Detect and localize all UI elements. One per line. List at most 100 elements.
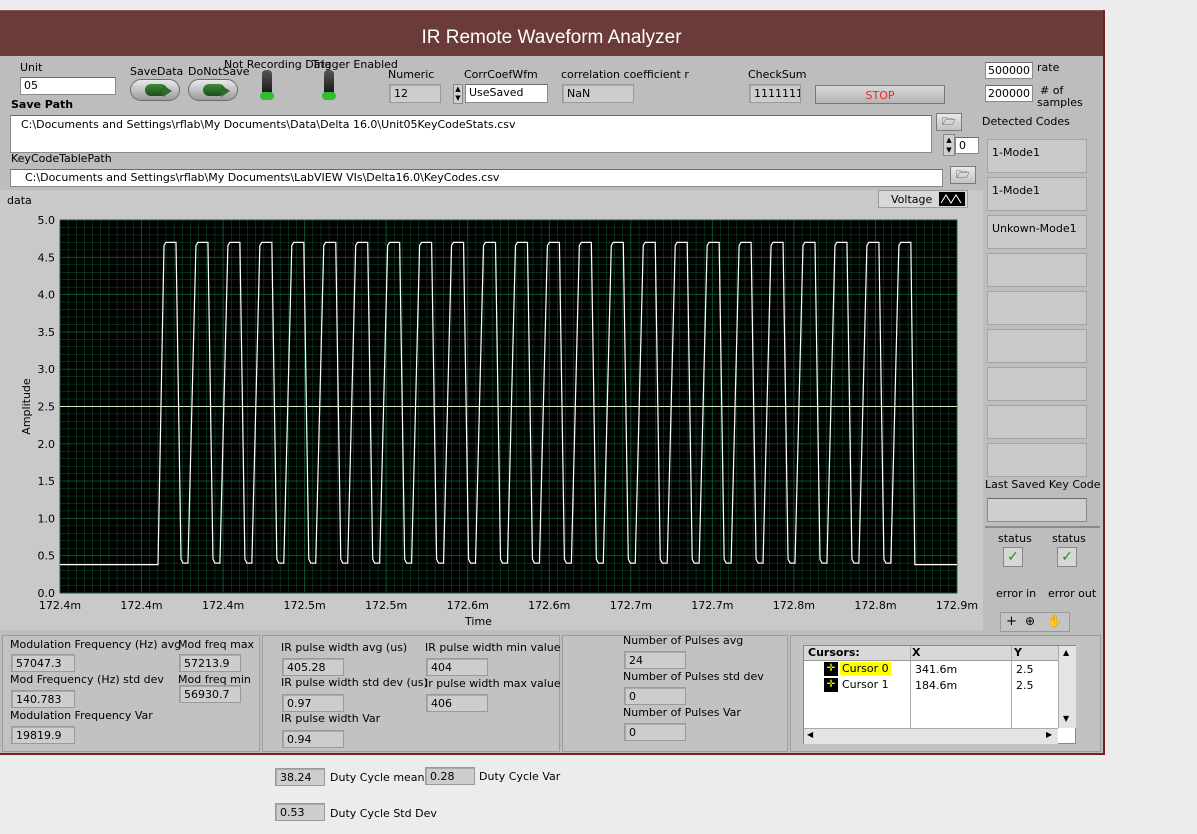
checksum-label: CheckSum [748,68,807,81]
duty-std-label: Duty Cycle Std Dev [330,807,437,820]
y-tick-label: 4.0 [38,289,56,302]
cursor-table-header: Cursors: X Y [804,646,1058,661]
y-tick-label: 3.0 [38,363,56,376]
crosshair-icon: ✛ [824,678,838,692]
horizontal-scrollbar[interactable]: ◀ ▶ [804,728,1058,744]
samples-label-2: samples [1037,96,1083,109]
mod-freq-std-indicator: 140.783 [11,690,75,708]
play-icon [163,85,172,97]
keycode-path-label: KeyCodeTablePath [11,152,112,165]
np-avg-indicator: 24 [624,651,686,669]
donotsave-button[interactable] [188,79,238,101]
x-tick-label: 172.7m [610,599,652,612]
trigger-toggle[interactable] [322,70,336,100]
error-in-label: error in [996,587,1037,600]
x-tick-label: 172.4m [39,599,81,612]
cursor-row-0[interactable]: ✛ Cursor 0 [824,662,914,677]
last-saved-label: Last Saved Key Code [985,478,1101,491]
pw-max-label: Ir pulse width max value [425,677,561,690]
y-tick-label: 2.5 [38,401,56,414]
x-tick-label: 172.7m [691,599,733,612]
y-tick-label: 0.5 [38,550,56,563]
y-axis-label: Amplitude [20,378,33,435]
cursor-header-x: X [912,646,921,659]
detected-index-stepper[interactable]: ▲ ▼ [943,134,955,156]
rate-input[interactable]: 500000 [985,62,1033,79]
corr-wfm-input[interactable]: UseSaved [465,84,548,103]
cursor-legend[interactable]: Cursors: X Y ✛ Cursor 0 341.6m 2.5 ✛ Cur… [803,645,1076,744]
vertical-scrollbar[interactable]: ▲ ▼ [1058,646,1076,728]
mod-freq-var-label: Modulation Frequency Var [10,709,153,722]
y-tick-label: 1.0 [38,512,56,525]
cursor-header-y: Y [1014,646,1022,659]
pan-hand-icon[interactable]: ✋ [1047,614,1062,628]
cursor-header-name: Cursors: [808,646,860,659]
scroll-right-icon[interactable]: ▶ [1046,730,1052,739]
detected-code-1: 1-Mode1 [987,177,1087,211]
scroll-up-icon[interactable]: ▲ [1063,648,1069,657]
cursor-row-1[interactable]: ✛ Cursor 1 [824,678,914,693]
unit-label: Unit [20,61,43,74]
pw-var-label: IR pulse width Var [281,712,381,725]
save-path-browse-button[interactable]: 🗁 [936,113,962,131]
folder-icon: 🗁 [942,115,956,128]
pw-min-indicator: 404 [426,658,488,676]
mod-freq-var-indicator: 19819.9 [11,726,75,744]
y-tick-label: 1.5 [38,475,56,488]
checkmark-icon: ✓ [1003,547,1023,567]
y-tick-label: 4.5 [38,251,56,264]
graph-tool-palette[interactable]: + ⊕ ✋ [1000,612,1070,632]
x-tick-label: 172.5m [284,599,326,612]
savedata-button[interactable] [130,79,180,101]
rate-label: rate [1037,61,1060,74]
cursor-y: 2.5 [1016,679,1034,692]
x-axis-label: Time [464,615,492,628]
detected-code-0: 1-Mode1 [987,139,1087,173]
y-tick-label: 3.5 [38,326,56,339]
keycode-path-browse-button[interactable]: 🗁 [950,166,976,184]
numeric-indicator: 12 [389,84,441,103]
y-tick-label: 2.0 [38,438,56,451]
unit-input[interactable]: 05 [20,77,116,95]
x-tick-label: 172.9m [936,599,978,612]
detected-index-input[interactable]: 0 [955,137,979,154]
np-var-label: Number of Pulses Var [623,706,741,719]
pw-max-indicator: 406 [426,694,488,712]
keycode-path-input[interactable]: C:\Documents and Settings\rflab\My Docum… [10,169,943,187]
cursor-y: 2.5 [1016,663,1034,676]
scroll-down-icon[interactable]: ▼ [1063,714,1069,723]
cursor-name: Cursor 1 [842,678,889,691]
savedata-label: SaveData [130,65,184,78]
crosshair-icon[interactable]: + [1006,614,1017,629]
mod-freq-avg-label: Modulation Frequency (Hz) avg [10,638,182,651]
cursor-x: 341.6m [915,663,958,676]
samples-input[interactable]: 200000 [985,85,1033,102]
cursor-x: 184.6m [915,679,958,692]
np-var-indicator: 0 [624,723,686,741]
error-out-label: error out [1048,587,1097,600]
error-out-status-label: status [1052,532,1086,545]
np-avg-label: Number of Pulses avg [623,634,744,647]
crosshair-icon: ✛ [824,662,838,676]
mod-max-label: Mod freq max [178,638,255,651]
recording-toggle[interactable] [260,70,274,100]
divider [1011,646,1012,728]
stop-button[interactable]: STOP [815,85,945,104]
x-tick-label: 172.6m [528,599,570,612]
pw-std-indicator: 0.97 [282,694,344,712]
zoom-icon[interactable]: ⊕ [1025,614,1035,628]
error-in-status-label: status [998,532,1032,545]
checksum-indicator: 1111111 [749,84,801,103]
duty-var-indicator: 0.28 [425,767,475,785]
corr-wfm-stepper[interactable]: ▲ ▼ [453,84,463,104]
pw-std-label: IR pulse width std dev (us) [281,676,428,689]
last-saved-indicator [987,498,1087,522]
duty-var-label: Duty Cycle Var [479,770,561,783]
corr-r-label: correlation coefficient r [561,68,689,81]
scroll-left-icon[interactable]: ◀ [807,730,813,739]
save-path-input[interactable]: C:\Documents and Settings\rflab\My Docum… [10,115,932,153]
x-tick-label: 172.8m [773,599,815,612]
chart-svg: 0.00.51.01.52.02.53.03.54.04.55.0172.4m 1… [20,214,978,628]
x-tick-label: 172.4m [202,599,244,612]
folder-icon: 🗁 [956,168,970,181]
